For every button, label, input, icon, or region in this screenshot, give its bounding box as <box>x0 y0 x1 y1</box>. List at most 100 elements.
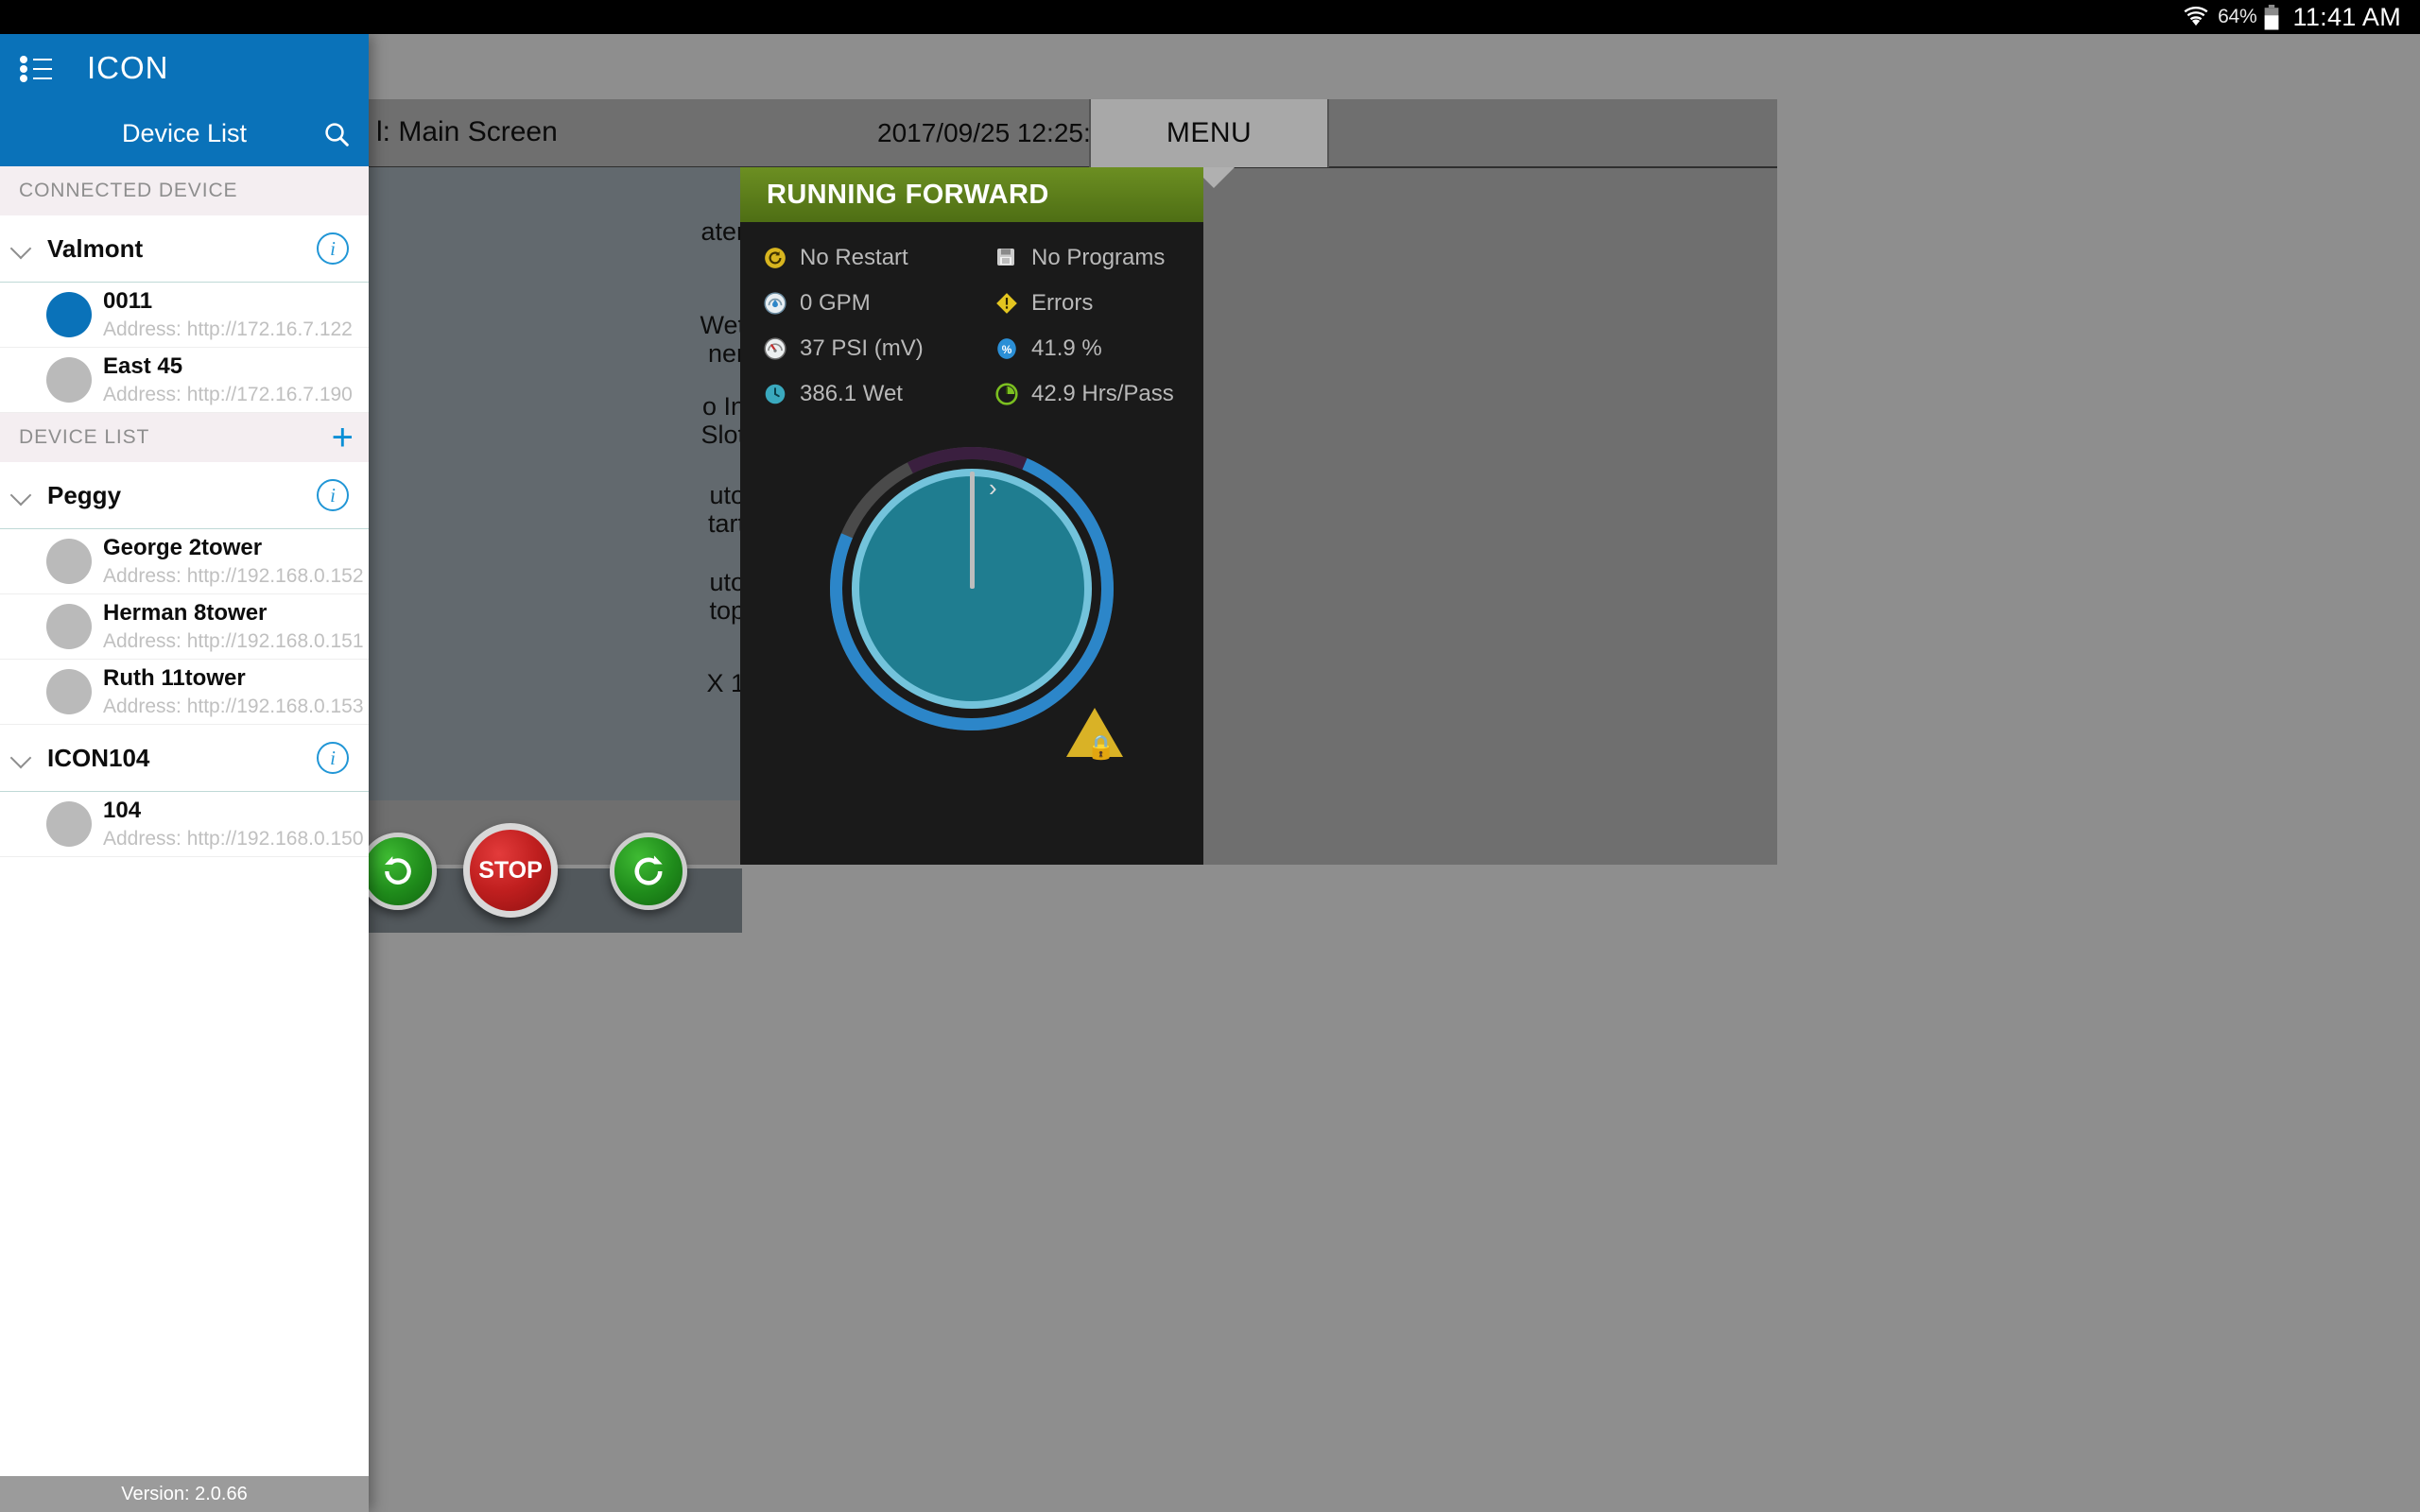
device-name: Ruth 11tower <box>103 665 246 691</box>
status-item-no-programs: No Programs <box>972 235 1203 281</box>
info-icon[interactable]: i <box>317 232 349 265</box>
hours-pass-icon <box>994 382 1019 406</box>
status-text-wet: 386.1 Wet <box>800 381 903 406</box>
status-item-psi: 37 PSI (mV) <box>740 326 972 371</box>
app-title: ICON <box>87 49 169 85</box>
pointer-icon: › <box>989 473 997 502</box>
device-address: Address: http://172.16.7.190 <box>103 384 353 405</box>
device-group-name: Peggy <box>47 480 122 509</box>
clock-icon <box>763 382 787 406</box>
info-icon[interactable]: i <box>317 742 349 774</box>
device-name: 104 <box>103 798 142 823</box>
warning-diamond-icon <box>994 291 1019 316</box>
section-header-connected-device-label: CONNECTED DEVICE <box>19 180 238 201</box>
status-text-errors: Errors <box>1031 290 1094 316</box>
control-label-auto-start: uto tart <box>707 480 745 538</box>
menu-button[interactable]: MENU <box>1089 99 1329 167</box>
menu-button-label: MENU <box>1166 117 1253 148</box>
stop-button-label: STOP <box>478 856 543 884</box>
device-name: George 2tower <box>103 535 263 560</box>
chevron-down-icon[interactable] <box>9 236 34 261</box>
android-status-bar: 64% 11:41 AM <box>0 0 2420 34</box>
navigation-drawer: ICON Device List CONNECTED DEVICE Valmon… <box>0 34 369 1512</box>
status-item-errors: Errors <box>972 281 1203 326</box>
device-name: Herman 8tower <box>103 600 268 626</box>
status-item-percent: % 41.9 % <box>972 326 1203 371</box>
stop-button[interactable]: STOP <box>463 823 558 918</box>
device-status-dot <box>46 669 92 714</box>
control-label-aux-1: X 1 <box>706 668 745 697</box>
status-text-psi: 37 PSI (mV) <box>800 335 924 361</box>
list-item[interactable]: Ruth 11tower Address: http://192.168.0.1… <box>0 660 369 725</box>
section-header-device-list-label: DEVICE LIST <box>19 426 150 448</box>
chevron-down-icon[interactable] <box>9 483 34 507</box>
chevron-down-icon[interactable] <box>9 746 34 770</box>
device-datetime: 2017/09/25 12:25:31 <box>877 118 1120 147</box>
forward-arrow-icon[interactable] <box>610 833 687 910</box>
device-list-title: Device List <box>121 119 248 147</box>
control-label-pivot-slot: o In Slot <box>700 391 745 449</box>
version-bar: Version: 2.0.66 <box>0 1476 369 1512</box>
wifi-icon <box>2182 6 2210 28</box>
device-address: Address: http://192.168.0.150 <box>103 828 364 850</box>
list-item[interactable]: Herman 8tower Address: http://192.168.0.… <box>0 594 369 660</box>
device-address: Address: http://192.168.0.153 <box>103 696 364 717</box>
running-status-text: RUNNING FORWARD <box>767 179 1049 210</box>
svg-text:%: % <box>1002 343 1012 356</box>
floppy-disk-icon <box>994 246 1019 270</box>
running-status-banner: RUNNING FORWARD <box>740 167 1203 222</box>
list-item[interactable]: George 2tower Address: http://192.168.0.… <box>0 529 369 594</box>
device-address: Address: http://192.168.0.152 <box>103 565 364 587</box>
battery-icon <box>2263 4 2280 30</box>
device-status-dot <box>46 292 92 337</box>
section-header-connected-device: CONNECTED DEVICE <box>0 166 369 215</box>
restart-icon <box>763 246 787 270</box>
battery-percent-label: 64% <box>2218 6 2257 27</box>
pressure-gauge-icon <box>763 336 787 361</box>
list-item[interactable]: 0011 Address: http://172.16.7.122 <box>0 283 369 348</box>
list-item[interactable]: East 45 Address: http://172.16.7.190 <box>0 348 369 413</box>
control-label-water: ater <box>700 216 745 246</box>
device-group-name: ICON104 <box>47 743 150 772</box>
device-screen-title: l: Main Screen <box>376 116 558 147</box>
device-control-window: l: Main Screen 2017/09/25 12:25:31 MENU … <box>359 99 1777 933</box>
info-icon[interactable]: i <box>317 479 349 511</box>
device-name: East 45 <box>103 353 183 379</box>
gauge-needle <box>970 472 975 589</box>
device-address: Address: http://192.168.0.151 <box>103 630 364 652</box>
status-item-gpm: 0 GPM <box>740 281 972 326</box>
version-text: Version: 2.0.66 <box>121 1483 248 1504</box>
plus-icon[interactable]: + <box>332 419 354 456</box>
status-text-no-programs: No Programs <box>1031 245 1166 270</box>
status-item-grid: No Restart No Programs 0 GPM Errors 37 P… <box>740 222 1203 417</box>
device-name: 0011 <box>103 288 153 314</box>
reverse-arrow-icon[interactable] <box>359 833 437 910</box>
percent-icon: % <box>994 336 1019 361</box>
machine-control-bar: STOP <box>359 823 742 933</box>
device-titlebar: l: Main Screen 2017/09/25 12:25:31 MENU <box>369 99 1777 168</box>
device-group-peggy[interactable]: Peggy i <box>0 462 369 529</box>
device-group-valmont[interactable]: Valmont i <box>0 215 369 283</box>
section-header-device-list: DEVICE LIST + <box>0 413 369 462</box>
device-address: Address: http://172.16.7.122 <box>103 318 353 340</box>
drawer-subheader: Device List <box>0 101 369 166</box>
device-status-dot <box>46 801 92 847</box>
status-text-percent: 41.9 % <box>1031 335 1102 361</box>
control-column: ater Wet ner o In Slot uto tart uto top … <box>359 167 1090 933</box>
drawer-header: ICON <box>0 34 369 101</box>
status-text-no-restart: No Restart <box>800 245 908 270</box>
control-label-wet-inner: Wet ner <box>700 310 745 368</box>
device-group-icon104[interactable]: ICON104 i <box>0 725 369 792</box>
pivot-position-gauge: › <box>786 404 1157 774</box>
machine-status-panel: RUNNING FORWARD No Restart No Programs 0… <box>740 167 1203 865</box>
device-group-name: Valmont <box>47 233 144 263</box>
hamburger-list-icon[interactable] <box>20 54 52 82</box>
status-item-no-restart: No Restart <box>740 235 972 281</box>
device-status-dot <box>46 539 92 584</box>
status-bar-clock: 11:41 AM <box>2292 2 2401 31</box>
status-item-wet: 386.1 Wet <box>740 371 972 417</box>
status-item-hrs-pass: 42.9 Hrs/Pass <box>972 371 1203 417</box>
search-icon[interactable] <box>316 113 357 155</box>
list-item[interactable]: 104 Address: http://192.168.0.150 <box>0 792 369 857</box>
control-label-auto-stop: uto top <box>709 567 745 625</box>
